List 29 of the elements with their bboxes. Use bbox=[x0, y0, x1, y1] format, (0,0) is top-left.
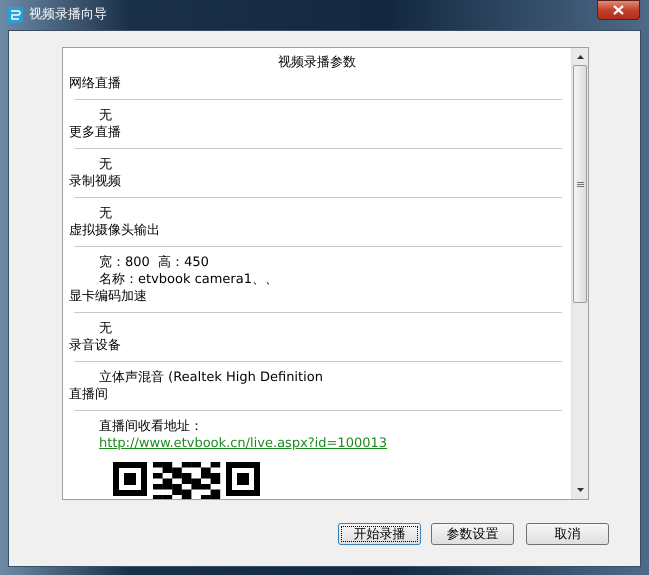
section-title: 更多直播 bbox=[68, 124, 122, 141]
section-value: 立体声混音 (Realtek High Definition bbox=[98, 369, 324, 386]
watch-link[interactable]: http://www.etvbook.cn/live.aspx?id=100013 bbox=[99, 436, 388, 451]
section-title: 录音设备 bbox=[68, 337, 122, 354]
dialog-button[interactable]: 取消 bbox=[526, 523, 609, 545]
section-title: 录制视频 bbox=[68, 173, 122, 190]
scrollbar[interactable] bbox=[571, 48, 588, 499]
section-value: 无 bbox=[98, 156, 113, 173]
section-title: 虚拟摄像头输出 bbox=[68, 222, 161, 239]
scroll-down-icon bbox=[576, 488, 584, 492]
section-title: 网络直播 bbox=[68, 75, 122, 92]
section-value: 无 bbox=[98, 320, 113, 337]
section-value: 宽：800 高：450 bbox=[98, 254, 210, 271]
section-title: 直播间 bbox=[68, 386, 109, 403]
dialog-button[interactable]: 参数设置 bbox=[431, 523, 514, 545]
section-value: 名称：etvbook camera1、、 bbox=[98, 271, 279, 288]
close-button[interactable] bbox=[597, 0, 640, 20]
app-icon bbox=[7, 7, 23, 23]
section-title: 显卡编码加速 bbox=[68, 288, 148, 305]
scroll-up-icon bbox=[576, 55, 584, 59]
section-value: 直播间收看地址： bbox=[98, 418, 204, 435]
panel-heading: 视频录播参数 bbox=[277, 54, 357, 71]
close-icon bbox=[613, 5, 624, 15]
grip-icon bbox=[576, 182, 584, 186]
scroll-thumb[interactable] bbox=[573, 65, 587, 303]
window-title: 视频录播向导 bbox=[29, 6, 107, 23]
dialog-button[interactable]: 开始录播 bbox=[338, 523, 421, 545]
section-value: 无 bbox=[98, 107, 113, 124]
section-value: 无 bbox=[98, 205, 113, 222]
